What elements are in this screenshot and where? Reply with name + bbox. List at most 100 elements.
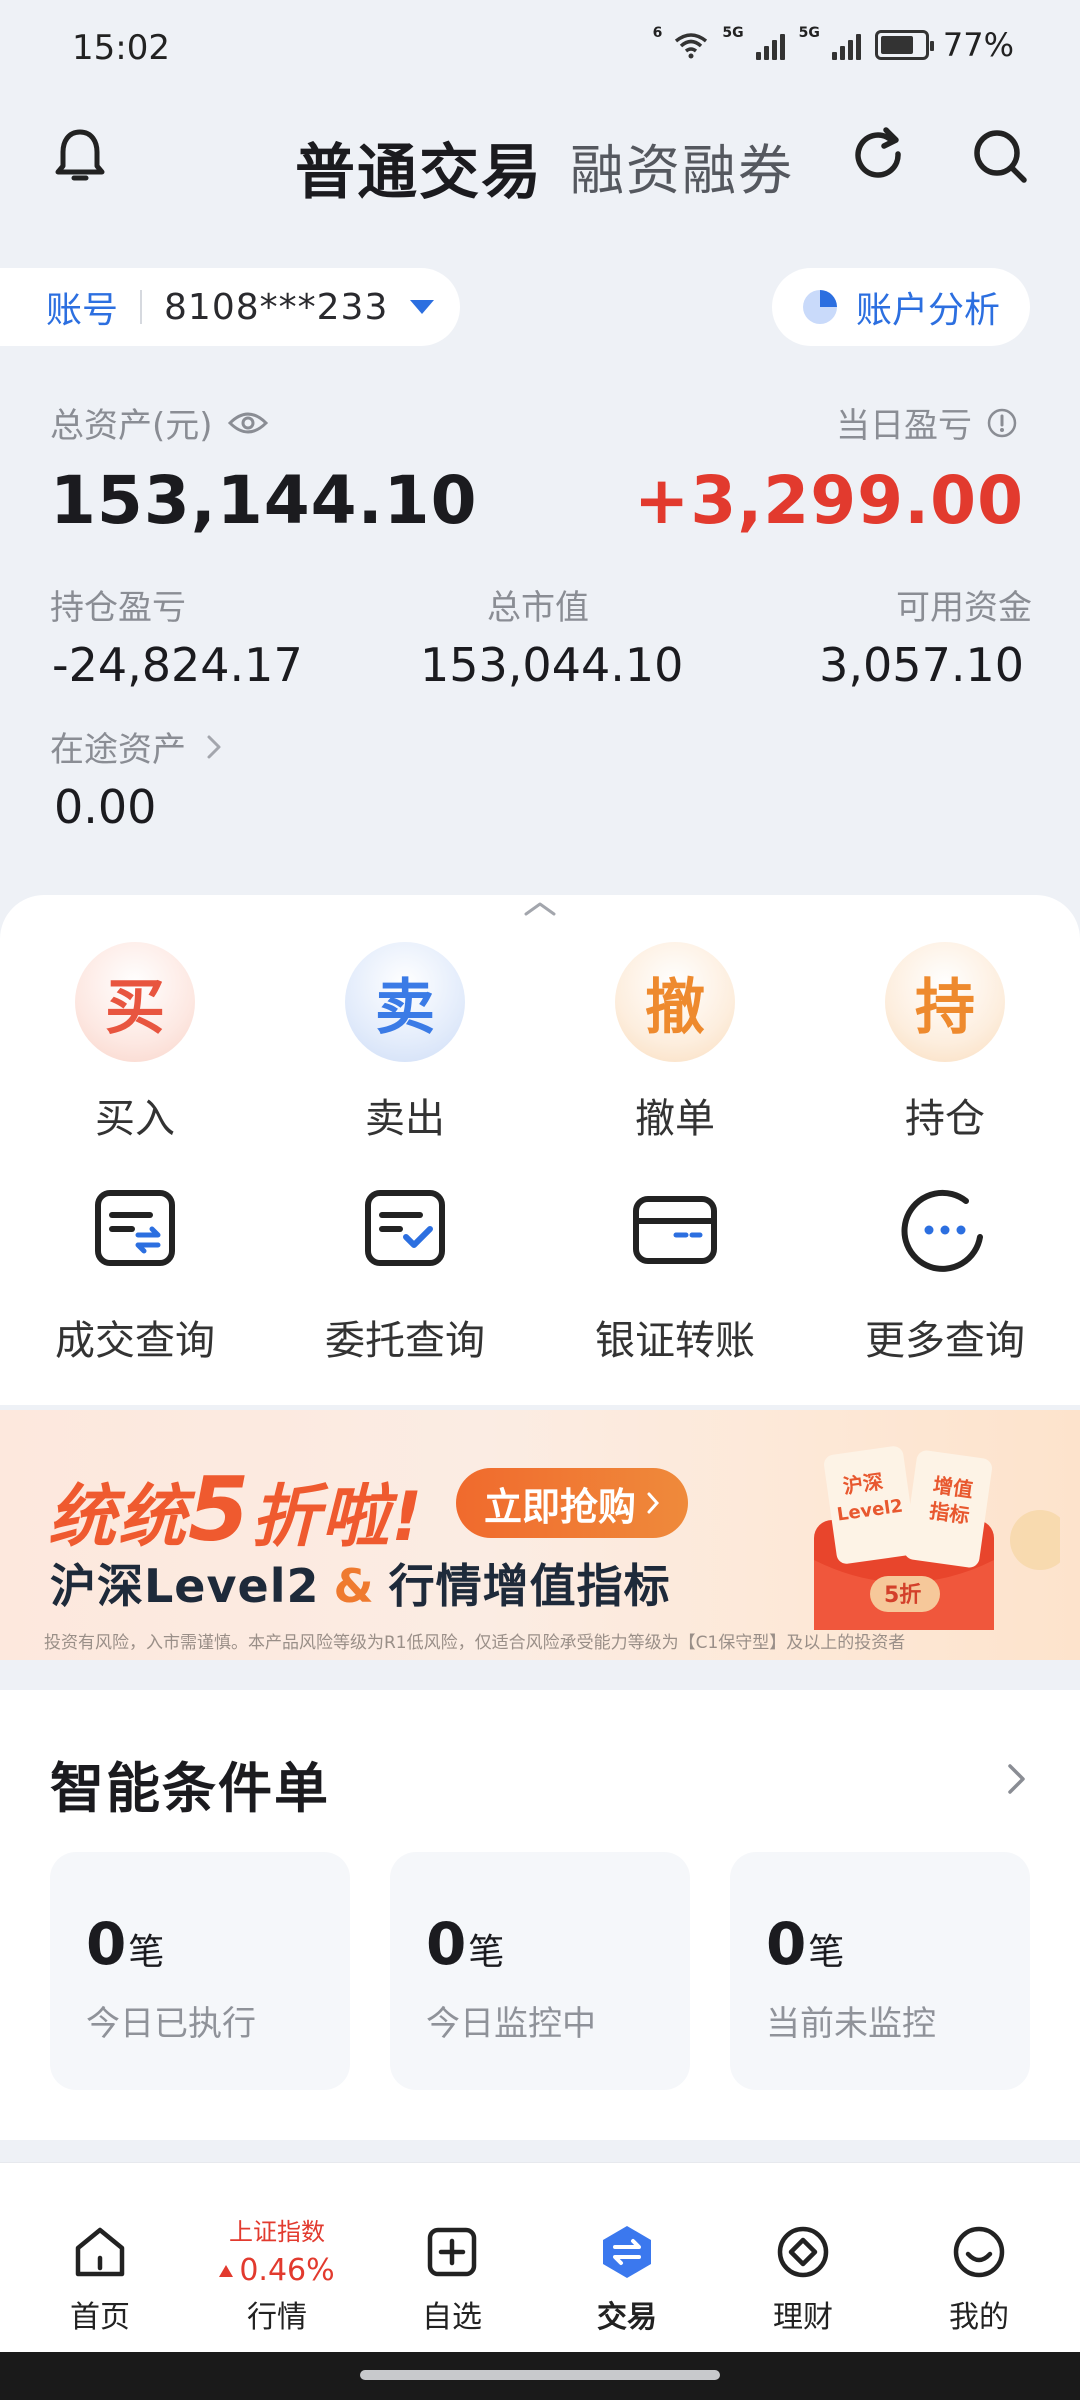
chevron-right-icon: [207, 735, 221, 758]
tab-wealth-label: 理财: [773, 2300, 833, 2335]
cancel-order-label: 撤单: [635, 1096, 715, 1142]
in-transit-assets-link[interactable]: 在途资产: [50, 722, 222, 771]
tab-home-label: 首页: [70, 2300, 130, 2335]
smart-orders-title[interactable]: 智能条件单: [50, 1744, 330, 1823]
info-icon[interactable]: [986, 407, 1018, 439]
executed-unit: 笔: [128, 1932, 165, 1973]
tab-market[interactable]: 上证指数 0.46% 行情: [212, 2212, 342, 2336]
sell-button[interactable]: 卖 卖出: [270, 942, 540, 1144]
total-assets-label: 总资产(元): [50, 398, 269, 447]
not-monitored-desc: 当前未监控: [766, 2004, 936, 2044]
deal-query-icon: [75, 1170, 195, 1290]
tab-home[interactable]: 首页: [25, 2222, 175, 2336]
account-analysis-button[interactable]: 账户分析: [771, 268, 1030, 346]
monitoring-today-stat[interactable]: 0笔 今日监控中: [390, 1852, 690, 2090]
tab-normal-trading[interactable]: 普通交易: [295, 124, 543, 211]
tab-trade-label: 交易: [597, 2300, 657, 2335]
executed-desc: 今日已执行: [86, 2004, 256, 2044]
wealth-icon: [777, 2226, 829, 2278]
market-index-name: 上证指数: [229, 2218, 325, 2246]
market-value-label: 总市值: [487, 588, 589, 628]
in-transit-label: 在途资产: [50, 730, 186, 770]
bank-transfer-label: 银证转账: [595, 1318, 755, 1364]
banner-sub-amp: &: [333, 1559, 375, 1613]
banner-sub-a: 沪深Level2: [50, 1559, 320, 1613]
in-transit-value: 0.00: [54, 780, 157, 834]
not-monitored-stat[interactable]: 0笔 当前未监控: [730, 1852, 1030, 2090]
positions-button[interactable]: 持 持仓: [810, 942, 1080, 1144]
signal-icon-2: [831, 30, 861, 60]
refresh-icon[interactable]: [838, 116, 918, 196]
promo-banner[interactable]: 统统5折啦! 立即抢购 沪深Level2 & 行情增值指标 投资有风险，入市需谨慎。…: [0, 1410, 1080, 1660]
daily-pnl-label: 当日盈亏: [836, 398, 1018, 447]
deal-query-button[interactable]: 成交查询: [0, 1170, 270, 1366]
battery-icon: [874, 30, 934, 60]
eye-icon[interactable]: [227, 408, 269, 438]
monitoring-unit: 笔: [468, 1932, 505, 1973]
tab-market-label: 行情: [247, 2300, 307, 2335]
divider: [140, 290, 143, 324]
banner-disclaimer: 投资有风险，入市需谨慎。本产品风险等级为R1低风险，仅适合风险承受能力等级为【C…: [44, 1633, 906, 1653]
account-number: 8108***233: [164, 286, 389, 328]
daily-pnl-value: +3,299.00: [634, 462, 1024, 539]
account-selector[interactable]: 账号 8108***233: [0, 268, 460, 346]
bell-icon[interactable]: [40, 116, 120, 196]
banner-title-c: 折啦!: [251, 1478, 425, 1557]
buy-now-label: 立即抢购: [484, 1484, 637, 1529]
executed-today-stat[interactable]: 0笔 今日已执行: [50, 1852, 350, 2090]
holding-pnl-label: 持仓盈亏: [50, 588, 186, 628]
executed-count: 0: [86, 1910, 127, 1978]
smile-face-icon: [953, 2226, 1005, 2278]
account-label: 账号: [46, 290, 119, 331]
network-5g-label: 5G: [722, 25, 744, 41]
caret-down-icon: [410, 300, 435, 314]
tab-margin-trading[interactable]: 融资融券: [570, 126, 794, 205]
sell-icon: 卖: [345, 942, 465, 1062]
order-query-icon: [345, 1170, 465, 1290]
banner-subtitle: 沪深Level2 & 行情增值指标: [50, 1550, 671, 1616]
more-query-label: 更多查询: [865, 1318, 1025, 1364]
order-query-button[interactable]: 委托查询: [270, 1170, 540, 1366]
status-time: 15:02: [72, 28, 170, 68]
total-assets-value: 153,144.10: [50, 462, 478, 539]
more-query-button[interactable]: 更多查询: [810, 1170, 1080, 1366]
daily-pnl-label-text: 当日盈亏: [836, 406, 972, 446]
banner-sub-b: 行情增值指标: [388, 1559, 671, 1613]
deal-query-label: 成交查询: [55, 1318, 215, 1364]
envelope-discount-text: 5折: [884, 1583, 921, 1608]
tab-trade[interactable]: 交易: [552, 2222, 702, 2336]
available-cash-value: 3,057.10: [819, 638, 1024, 692]
tab-me[interactable]: 我的: [904, 2222, 1054, 2336]
up-triangle-icon: [219, 2264, 234, 2277]
red-envelope-illustration: 沪深 Level2 增值 指标 5折: [814, 1446, 1060, 1630]
banner-title-a: 统统: [48, 1478, 189, 1557]
monitoring-desc: 今日监控中: [426, 2004, 596, 2044]
market-value-value: 153,044.10: [420, 638, 684, 692]
bank-transfer-button[interactable]: 银证转账: [540, 1170, 810, 1366]
account-analysis-label: 账户分析: [855, 290, 1000, 331]
chevron-right-icon[interactable]: [1006, 1762, 1028, 1796]
search-icon[interactable]: [960, 116, 1040, 196]
tab-me-label: 我的: [949, 2300, 1009, 2335]
buy-now-button[interactable]: 立即抢购: [456, 1468, 689, 1538]
tab-watchlist[interactable]: 自选: [377, 2222, 527, 2336]
market-index-change: 0.46%: [219, 2253, 335, 2288]
chevron-up-icon[interactable]: [522, 896, 558, 920]
banner-title: 统统5折啦!: [48, 1458, 424, 1561]
chevron-right-icon: [647, 1492, 660, 1514]
home-indicator[interactable]: [360, 2370, 720, 2380]
network-label: 6: [652, 25, 663, 41]
buy-button[interactable]: 买 买入: [0, 942, 270, 1144]
more-query-icon: [885, 1170, 1005, 1290]
positions-icon: 持: [885, 942, 1005, 1062]
available-cash-label: 可用资金: [896, 588, 1032, 628]
cancel-order-button[interactable]: 撤 撤单: [540, 942, 810, 1144]
positions-label: 持仓: [905, 1096, 985, 1142]
total-assets-label-text: 总资产(元): [50, 406, 213, 446]
pie-chart-icon: [802, 290, 837, 324]
bank-transfer-icon: [615, 1170, 735, 1290]
wifi-icon: [675, 33, 708, 59]
not-monitored-unit: 笔: [808, 1932, 845, 1973]
tab-wealth[interactable]: 理财: [728, 2222, 878, 2336]
status-icons: 6 5G 5G 77%: [653, 26, 1014, 64]
